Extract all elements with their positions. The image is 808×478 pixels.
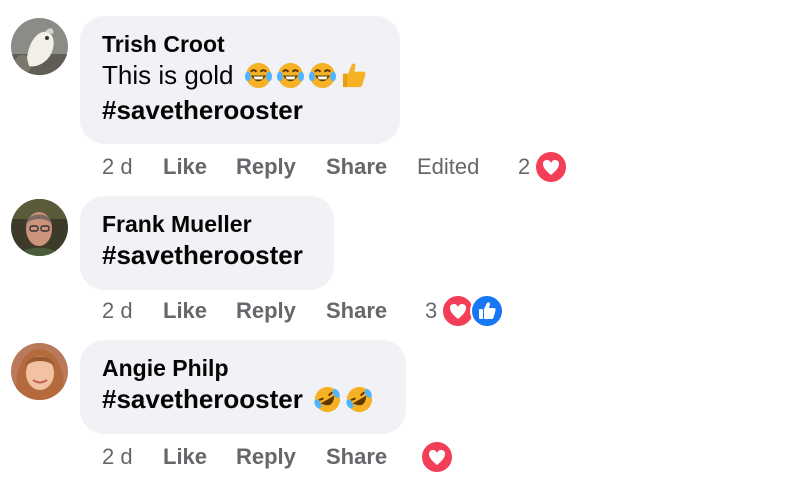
reaction-summary[interactable]: [420, 440, 456, 474]
hashtag-link[interactable]: #savetherooster: [102, 384, 303, 414]
comment-text: This is gold: [102, 58, 378, 93]
like-button[interactable]: Like: [163, 442, 207, 472]
share-button[interactable]: Share: [326, 152, 387, 182]
avatar[interactable]: [11, 199, 68, 256]
reaction-icons-partial: [440, 0, 540, 4]
reply-button[interactable]: Reply: [236, 296, 296, 326]
comment-bubble: Trish Croot This is gold #savetherooster: [80, 16, 400, 144]
comment-timestamp[interactable]: 2 d: [102, 296, 133, 326]
like-button[interactable]: Like: [163, 296, 207, 326]
comment-text: #savetherooster: [102, 382, 384, 417]
avatar[interactable]: [11, 18, 68, 75]
edited-label[interactable]: Edited: [417, 152, 479, 182]
comment-author[interactable]: Trish Croot: [102, 30, 378, 58]
like-button[interactable]: Like: [163, 152, 207, 182]
love-icon: [534, 150, 568, 184]
reply-button[interactable]: Reply: [236, 152, 296, 182]
like-icon: [470, 294, 504, 328]
rolling-on-floor-laughing-emoji: [346, 386, 373, 412]
reaction-summary[interactable]: 3: [425, 294, 507, 328]
reply-button[interactable]: Reply: [236, 442, 296, 472]
rolling-on-floor-laughing-emoji: [314, 386, 341, 412]
comment-actions: 2 d Like Reply Share: [102, 296, 402, 326]
comment-text-line: This is gold: [102, 60, 234, 90]
tears-of-joy-emoji: [244, 62, 272, 88]
hashtag-link[interactable]: #savetherooster: [102, 93, 378, 128]
reaction-count: 3: [425, 298, 438, 323]
comment-actions: 2 d Like Reply Share: [102, 442, 402, 472]
avatar[interactable]: [11, 343, 68, 400]
comment-author[interactable]: Angie Philp: [102, 354, 384, 382]
reaction-count: 2: [518, 154, 531, 179]
comment-timestamp[interactable]: 2 d: [102, 152, 133, 182]
hashtag-link[interactable]: #savetherooster: [102, 238, 312, 273]
previous-comment-reactions: [440, 0, 540, 4]
comment-actions: 2 d Like Reply Share Edited: [102, 152, 582, 182]
comment-timestamp[interactable]: 2 d: [102, 442, 133, 472]
share-button[interactable]: Share: [326, 442, 387, 472]
comment-bubble: Angie Philp #savetherooster: [80, 340, 406, 434]
share-button[interactable]: Share: [326, 296, 387, 326]
comment-author[interactable]: Frank Mueller: [102, 210, 312, 238]
reaction-summary[interactable]: 2: [518, 150, 570, 184]
thumbs-up-emoji: [342, 63, 366, 87]
tears-of-joy-emoji: [308, 62, 336, 88]
comment-bubble: Frank Mueller #savetherooster: [80, 196, 334, 290]
love-icon: [420, 440, 454, 474]
tears-of-joy-emoji: [276, 62, 304, 88]
